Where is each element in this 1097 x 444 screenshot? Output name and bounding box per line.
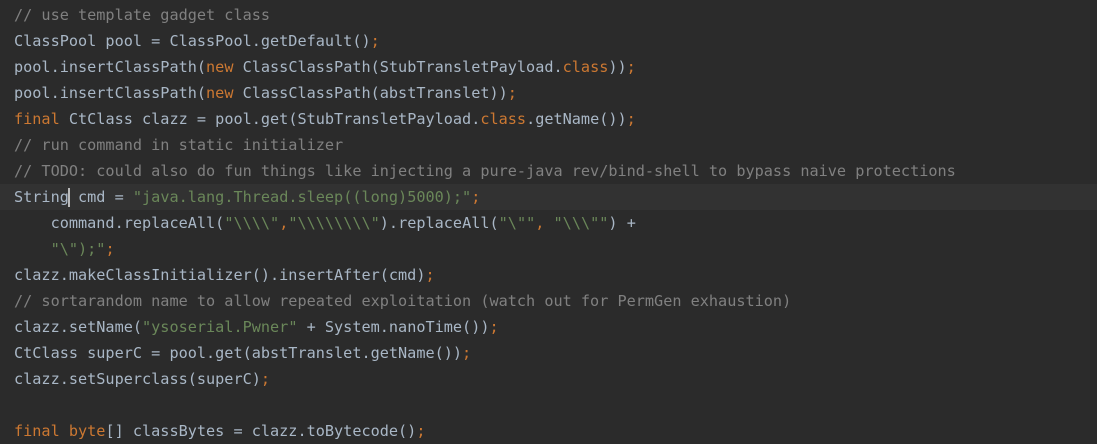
code-token-plain: ClassClassPath(abstTranslet)) xyxy=(242,84,508,102)
code-token-keyword: ; xyxy=(370,32,380,50)
code-token-plain: ClassPool pool = ClassPool.getDefault() xyxy=(14,32,371,50)
code-token-plain: ClassClassPath(StubTransletPayload. xyxy=(242,58,563,76)
code-token-string: "\\\\\\\\" xyxy=(288,214,380,232)
code-line[interactable]: pool.insertClassPath(new ClassClassPath(… xyxy=(14,54,1097,80)
code-line[interactable]: // TODO: could also do fun things like i… xyxy=(14,158,1097,184)
code-token-plain: String xyxy=(14,188,69,206)
code-line[interactable]: command.replaceAll("\\\\","\\\\\\\\").re… xyxy=(14,210,1097,236)
code-token-keyword: class xyxy=(480,110,527,128)
code-token-string: "\");" xyxy=(50,240,106,258)
code-line[interactable]: final CtClass clazz = pool.get(StubTrans… xyxy=(14,106,1097,132)
code-line[interactable]: clazz.setSuperclass(superC); xyxy=(14,366,1097,392)
code-token-keyword: final byte xyxy=(14,422,106,440)
code-token-string: "\"" xyxy=(498,214,536,232)
code-line[interactable]: // sortarandom name to allow repeated ex… xyxy=(14,288,1097,314)
code-token-plain: ) + xyxy=(608,214,636,232)
code-token-keyword: , xyxy=(279,214,289,232)
code-token-keyword: ; xyxy=(626,58,636,76)
code-token-keyword: new xyxy=(206,84,243,102)
code-token-string: "\\\\" xyxy=(224,214,280,232)
code-line[interactable]: // run command in static initializer xyxy=(14,132,1097,158)
code-token-string: "\\\"" xyxy=(553,214,609,232)
code-token-plain: cmd = xyxy=(68,188,133,206)
code-token-keyword: ; xyxy=(507,84,517,102)
code-token-plain: pool.insertClassPath( xyxy=(14,58,207,76)
code-token-plain: command.replaceAll( xyxy=(14,214,225,232)
code-line[interactable]: String cmd = "java.lang.Thread.sleep((lo… xyxy=(0,184,1097,210)
code-token-keyword: ; xyxy=(260,370,271,388)
code-line[interactable]: pool.insertClassPath(new ClassClassPath(… xyxy=(14,80,1097,106)
code-token-plain: clazz.makeClassInitializer().insertAfter… xyxy=(14,266,426,284)
code-line[interactable]: final byte[] classBytes = clazz.toByteco… xyxy=(14,418,1097,444)
code-token-string: "ysoserial.Pwner" xyxy=(142,318,298,336)
code-token-plain: .getName()) xyxy=(526,110,627,128)
code-token-plain: ).replaceAll( xyxy=(379,214,499,232)
code-token-keyword: final xyxy=(14,110,69,128)
code-token-keyword: ; xyxy=(462,344,472,362)
code-token-keyword: ; xyxy=(489,318,499,336)
code-token-keyword: ; xyxy=(471,188,481,206)
code-line[interactable]: ClassPool pool = ClassPool.getDefault(); xyxy=(14,28,1097,54)
code-token-keyword: ; xyxy=(425,266,435,284)
code-token-plain: clazz.setSuperclass(superC) xyxy=(14,370,261,388)
code-line[interactable]: clazz.setName("ysoserial.Pwner" + System… xyxy=(14,314,1097,340)
code-token-comment: // run command in static initializer xyxy=(14,136,344,154)
code-token-plain: CtClass superC = pool.get(abstTranslet.g… xyxy=(14,344,463,362)
code-token-keyword: , xyxy=(535,214,554,232)
code-line[interactable]: clazz.makeClassInitializer().insertAfter… xyxy=(14,262,1097,288)
code-token-keyword: new xyxy=(206,58,243,76)
code-line[interactable]: // use template gadget class xyxy=(14,2,1097,28)
code-token-keyword: class xyxy=(562,58,609,76)
code-line[interactable] xyxy=(14,392,1097,418)
code-token-keyword: ; xyxy=(105,240,115,258)
code-token-plain: [] classBytes = clazz.toBytecode() xyxy=(105,422,417,440)
code-line[interactable]: "\");"; xyxy=(14,236,1097,262)
code-line[interactable]: CtClass superC = pool.get(abstTranslet.g… xyxy=(14,340,1097,366)
code-token-plain: CtClass clazz = pool.get(StubTransletPay… xyxy=(68,110,481,128)
code-token-plain: clazz.setName( xyxy=(14,318,143,336)
code-editor[interactable]: // use template gadget class ClassPool po… xyxy=(0,0,1097,440)
code-token-comment: // use template gadget class xyxy=(14,6,271,24)
code-token-keyword: ; xyxy=(416,422,426,440)
code-token-keyword: ; xyxy=(626,110,636,128)
code-token-comment: // sortarandom name to allow repeated ex… xyxy=(14,292,792,310)
code-token-string: "java.lang.Thread.sleep((long)5000);" xyxy=(132,188,472,206)
code-token-comment: // TODO: could also do fun things like i… xyxy=(14,162,956,180)
code-token-plain: + System.nanoTime()) xyxy=(297,318,490,336)
code-token-plain: pool.insertClassPath( xyxy=(14,84,207,102)
code-token-plain: )) xyxy=(608,58,627,76)
